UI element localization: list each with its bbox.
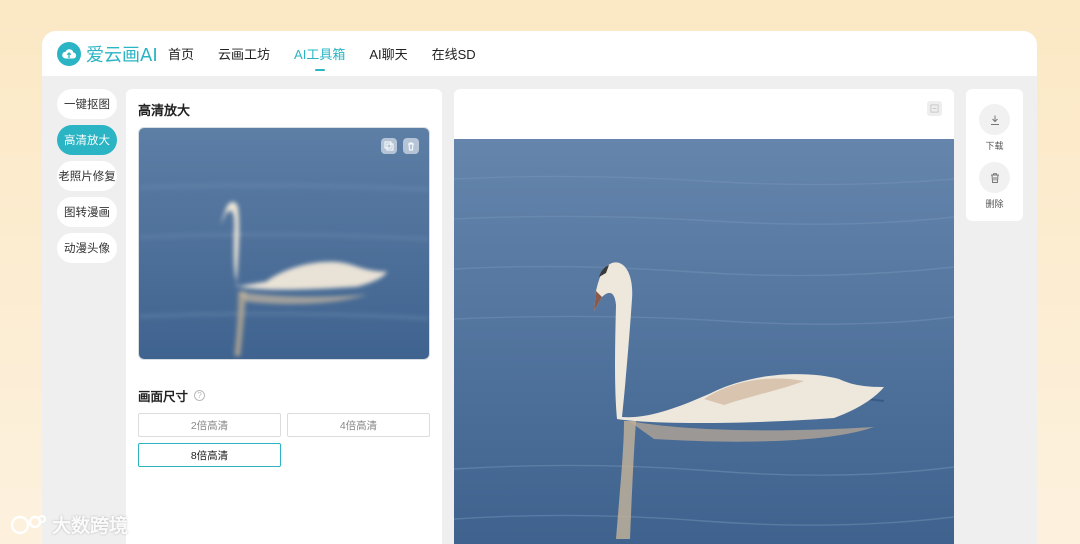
option-2x[interactable]: 2倍高清: [138, 413, 281, 437]
tool-anime-avatar[interactable]: 动漫头像: [57, 233, 117, 263]
source-image-preview: [138, 127, 430, 360]
watermark-text: 大数跨境: [52, 516, 129, 537]
top-navigation-bar: 爱云画AI 首页 云画工坊 AI工具箱 AI聊天 在线SD: [42, 31, 1037, 76]
brand-name: 爱云画AI: [86, 44, 158, 66]
trash-icon[interactable]: [403, 138, 419, 154]
tool-photo-restore[interactable]: 老照片修复: [57, 161, 117, 191]
delete-label: 删除: [985, 199, 1004, 209]
download-icon: [979, 104, 1010, 135]
panel-title: 高清放大: [138, 103, 191, 118]
nav-cloud-studio[interactable]: 云画工坊: [218, 31, 270, 76]
size-title-label: 画面尺寸: [138, 390, 189, 404]
nav-ai-chat[interactable]: AI聊天: [369, 31, 407, 76]
size-section-title: 画面尺寸 ?: [138, 386, 206, 405]
app-window: 爱云画AI 首页 云画工坊 AI工具箱 AI聊天 在线SD 一键抠图 高清放大 …: [42, 31, 1037, 544]
option-4x[interactable]: 4倍高清: [287, 413, 430, 437]
action-panel: 下载 删除: [966, 89, 1023, 221]
settings-panel: 高清放大 画面尺寸 ? 2倍高清 4倍高清 8倍高清: [126, 89, 442, 544]
compare-icon[interactable]: [927, 101, 942, 116]
download-button[interactable]: 下载: [966, 104, 1023, 152]
option-8x[interactable]: 8倍高清: [138, 443, 281, 467]
nav-online-sd[interactable]: 在线SD: [432, 31, 476, 76]
brand[interactable]: 爱云画AI: [57, 41, 168, 67]
tool-upscale[interactable]: 高清放大: [57, 125, 117, 155]
delete-button[interactable]: 删除: [966, 162, 1023, 210]
cloud-icon: [57, 41, 81, 66]
watermark: 大数跨境: [8, 511, 128, 538]
help-icon[interactable]: ?: [194, 390, 206, 401]
main-nav: 首页 云画工坊 AI工具箱 AI聊天 在线SD: [168, 31, 500, 76]
tool-list: 一键抠图 高清放大 老照片修复 图转漫画 动漫头像: [57, 89, 117, 269]
watermark-logo-icon: [10, 514, 46, 534]
result-canvas: [454, 89, 954, 544]
nav-ai-toolbox[interactable]: AI工具箱: [294, 31, 345, 76]
download-label: 下载: [985, 141, 1004, 151]
nav-home[interactable]: 首页: [168, 31, 194, 76]
preview-toolbar: [381, 138, 419, 154]
tool-cutout[interactable]: 一键抠图: [57, 89, 117, 119]
replace-icon[interactable]: [381, 138, 397, 154]
trash-icon: [979, 162, 1010, 193]
tool-image-to-comic[interactable]: 图转漫画: [57, 197, 117, 227]
result-image: [454, 139, 954, 544]
